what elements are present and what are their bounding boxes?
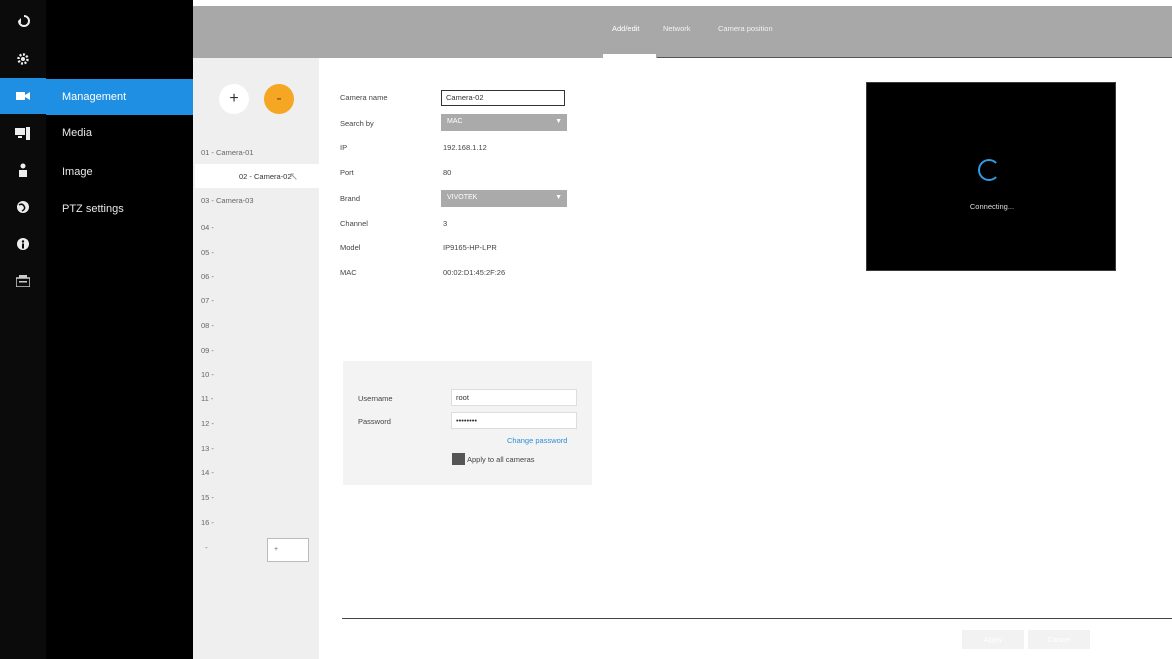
apply-all-label: Apply to all cameras	[467, 455, 535, 464]
tab-bar: Add/edit Network Camera position	[193, 6, 1172, 58]
camera-list: + - 01 - Camera-01 02 - Camera-02 ↖ 03 -…	[193, 58, 319, 659]
cancel-button[interactable]: Cancel	[1028, 630, 1090, 649]
username-input[interactable]: root	[451, 389, 577, 406]
chevron-down-icon: ▼	[555, 118, 562, 125]
back-icon[interactable]	[0, 2, 46, 38]
camera-list-item[interactable]: 10 -	[193, 362, 319, 386]
port-label: Port	[340, 168, 354, 177]
camera-list-item[interactable]: 13 -	[193, 436, 319, 460]
nav-item-ptz-settings[interactable]: PTZ settings	[46, 191, 193, 227]
camera-list-item[interactable]: 05 -	[193, 240, 319, 264]
camera-list-item[interactable]: 04 -	[193, 215, 319, 239]
plus-icon: +	[229, 90, 239, 107]
nav-menu: Management Media Image PTZ settings	[46, 0, 193, 659]
camera-list-item[interactable]: 12 -	[193, 411, 319, 435]
page-dash: -	[205, 543, 208, 552]
camera-list-item[interactable]: 15 -	[193, 485, 319, 509]
monitor-icon[interactable]	[0, 115, 46, 151]
password-input[interactable]: ••••••••	[451, 412, 577, 429]
search-by-label: Search by	[340, 119, 374, 128]
camera-name-label: Camera name	[340, 93, 388, 102]
camera-list-item[interactable]: 14 -	[193, 460, 319, 484]
gear-icon[interactable]	[0, 41, 46, 77]
footer-divider	[342, 618, 1172, 619]
username-label: Username	[358, 394, 393, 403]
search-by-select[interactable]: MAC ▼	[441, 114, 567, 131]
apply-button[interactable]: Apply	[962, 630, 1024, 649]
divider	[657, 57, 1172, 58]
add-camera-button[interactable]: +	[219, 84, 249, 114]
port-value: 80	[443, 168, 452, 177]
apply-all-checkbox[interactable]	[452, 453, 465, 465]
channel-label: Channel	[340, 219, 368, 228]
ip-label: IP	[340, 143, 348, 152]
camera-list-item[interactable]: 09 -	[193, 338, 319, 362]
active-tab-indicator	[603, 54, 656, 58]
camera-preview: Connecting...	[866, 82, 1116, 271]
globe-icon[interactable]	[0, 189, 46, 225]
camera-name-input[interactable]: Camera-02	[441, 90, 565, 106]
change-password-link[interactable]: Change password	[507, 436, 567, 445]
camera-list-item[interactable]: 07 -	[193, 288, 319, 312]
minus-icon: -	[276, 90, 282, 107]
tab-add-edit[interactable]: Add/edit	[612, 24, 640, 33]
ip-value: 192.168.1.12	[443, 143, 487, 152]
mac-value: 00:02:D1:45:2F:26	[443, 268, 506, 277]
remove-camera-button[interactable]: -	[264, 84, 294, 114]
connection-status: Connecting...	[969, 202, 1015, 211]
brand-label: Brand	[340, 194, 361, 203]
tab-camera-position[interactable]: Camera position	[718, 24, 773, 33]
cursor-icon: ↖	[289, 171, 299, 183]
nav-item-label: Image	[62, 166, 93, 178]
nav-item-management[interactable]: Management	[46, 79, 193, 115]
credentials-panel: Username root Password •••••••• Change p…	[343, 361, 592, 485]
stack-icon[interactable]	[0, 263, 46, 299]
brand-value: VIVOTEK	[447, 194, 478, 201]
nav-item-label: Media	[62, 127, 92, 139]
user-icon[interactable]	[0, 152, 46, 188]
password-label: Password	[358, 417, 391, 426]
loading-spinner-icon	[978, 159, 1000, 181]
nav-item-label: PTZ settings	[62, 203, 124, 215]
model-value: IP9165-HP-LPR	[443, 243, 497, 252]
camera-icon[interactable]	[0, 78, 46, 114]
camera-list-item-label: 02 - Camera-02	[239, 171, 292, 181]
search-by-value: MAC	[447, 118, 463, 125]
camera-list-item[interactable]: 01 - Camera-01	[193, 140, 319, 164]
nav-item-media[interactable]: Media	[46, 115, 193, 151]
camera-list-item-selected[interactable]: 02 - Camera-02 ↖	[195, 164, 319, 188]
camera-list-item[interactable]: 08 -	[193, 313, 319, 337]
channel-value: 3	[443, 219, 448, 228]
camera-page-input[interactable]: +	[267, 538, 309, 562]
mac-label: MAC	[340, 268, 357, 277]
nav-item-image[interactable]: Image	[46, 154, 193, 190]
camera-list-item[interactable]: 03 - Camera-03	[193, 188, 319, 212]
brand-select[interactable]: VIVOTEK ▼	[441, 190, 567, 207]
nav-item-label: Management	[62, 91, 127, 103]
info-icon[interactable]	[0, 226, 46, 262]
camera-list-item[interactable]: 16 -	[193, 510, 319, 534]
tab-network[interactable]: Network	[663, 24, 691, 33]
icon-rail	[0, 0, 46, 659]
camera-list-item[interactable]: 11 -	[193, 386, 319, 410]
camera-list-item[interactable]: 06 -	[193, 264, 319, 288]
chevron-down-icon: ▼	[555, 194, 562, 201]
model-label: Model	[340, 243, 361, 252]
